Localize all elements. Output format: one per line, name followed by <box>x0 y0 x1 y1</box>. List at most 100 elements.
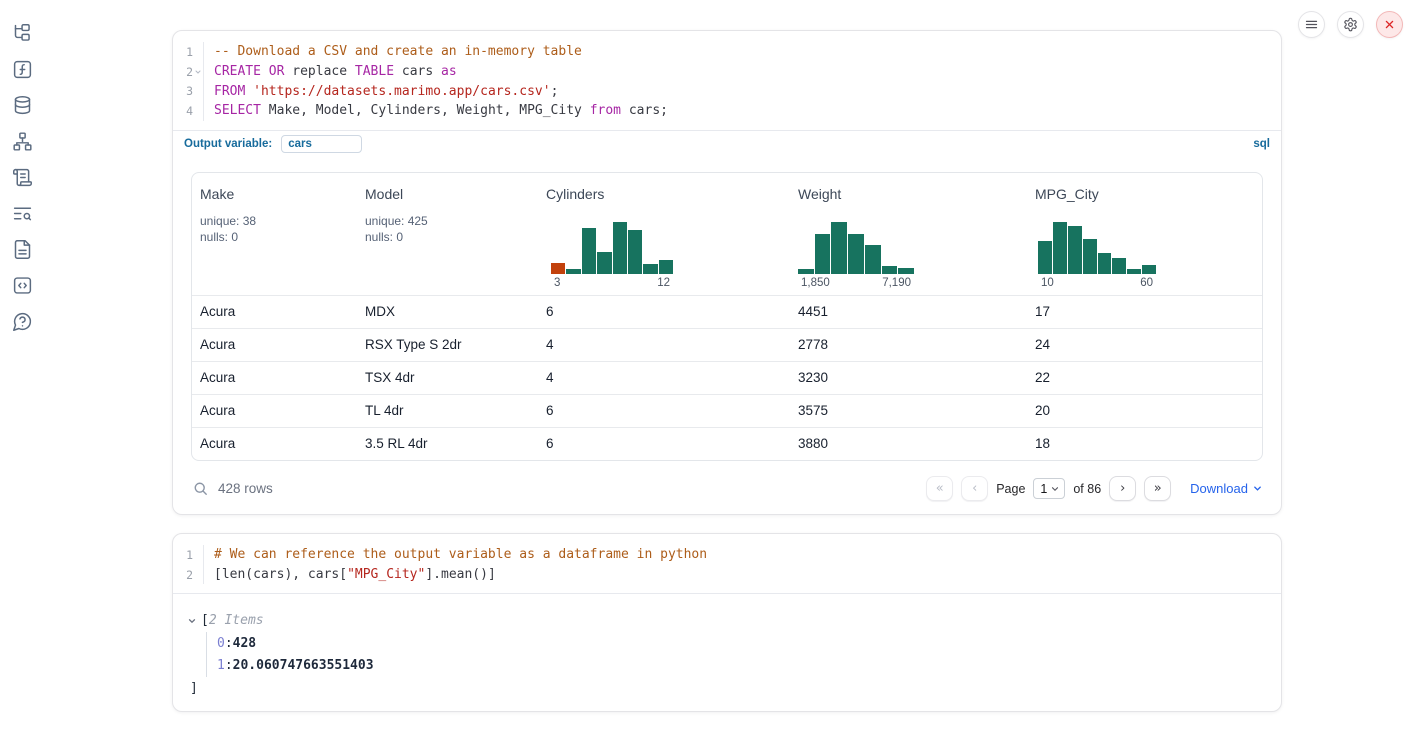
axis-tick-label: 1,850 <box>801 277 830 289</box>
table-cell: TL 4dr <box>357 403 538 418</box>
histogram-bar <box>831 222 847 274</box>
sql-cell: 1-- Download a CSV and create an in-memo… <box>172 30 1282 515</box>
histogram-bar <box>848 234 864 274</box>
histogram-bar <box>1083 239 1097 274</box>
fold-chevron-icon[interactable] <box>193 68 203 76</box>
code-token: cars <box>394 64 441 79</box>
table-cell: 6 <box>538 403 790 418</box>
entry-colon: : <box>225 636 233 651</box>
line-number: 4 <box>173 104 193 118</box>
last-page-button[interactable]: » <box>1144 476 1171 501</box>
column-header-cylinders[interactable]: Cylinders312 <box>538 173 790 295</box>
documentation-icon[interactable] <box>11 238 33 260</box>
menu-button[interactable] <box>1298 11 1325 38</box>
table-cell: Acura <box>192 304 357 319</box>
settings-button[interactable] <box>1337 11 1364 38</box>
histogram-bar <box>882 266 898 274</box>
logs-search-icon[interactable] <box>11 202 33 224</box>
tree-entry: 0: 428 <box>217 632 1281 655</box>
column-histogram[interactable]: 1,850 7,190 <box>798 222 914 289</box>
histogram-bar <box>628 230 642 274</box>
code-token: TABLE <box>355 64 394 79</box>
code-token: "MPG_City" <box>347 567 425 582</box>
table-cell: 3.5 RL 4dr <box>357 436 538 451</box>
line-number: 1 <box>173 45 193 59</box>
line-gutter: 3 <box>173 81 204 101</box>
first-page-button[interactable]: « <box>926 476 953 501</box>
code-token: as <box>441 64 457 79</box>
column-header-model[interactable]: Modelunique: 425nulls: 0 <box>357 173 538 295</box>
code-token: CREATE <box>214 64 261 79</box>
histogram-bar <box>613 222 627 274</box>
entry-key: 1 <box>217 658 225 673</box>
prev-page-button[interactable]: ‹ <box>961 476 988 501</box>
code-line[interactable]: 1# We can reference the output variable … <box>173 545 1281 565</box>
line-number: 3 <box>173 84 193 98</box>
histogram-axis-labels: 1,850 7,190 <box>798 277 914 289</box>
table-cell: 3230 <box>790 370 1027 385</box>
line-gutter: 2 <box>173 62 204 82</box>
hamburger-menu-icon <box>1304 17 1319 32</box>
histogram-bar <box>1142 265 1156 274</box>
search-icon[interactable] <box>191 480 209 498</box>
output-variable-input[interactable]: cars <box>281 135 362 153</box>
code-line[interactable]: 3 FROM 'https://datasets.marimo.app/cars.… <box>173 81 1281 101</box>
page-label: Page <box>996 482 1025 496</box>
column-header-mpg_city[interactable]: MPG_City1060 <box>1027 173 1262 295</box>
table-cell: Acura <box>192 337 357 352</box>
code-line[interactable]: 2 CREATE OR replace TABLE cars as <box>173 62 1281 82</box>
table-cell: 22 <box>1027 370 1262 385</box>
help-chat-icon[interactable] <box>11 310 33 332</box>
line-gutter: 1 <box>173 545 204 565</box>
code-line[interactable]: 4SELECT Make, Model, Cylinders, Weight, … <box>173 101 1281 121</box>
histogram-bar <box>566 269 580 274</box>
table-cell: 17 <box>1027 304 1262 319</box>
snippets-code-icon[interactable] <box>11 274 33 296</box>
table-body: AcuraMDX6445117AcuraRSX Type S 2dr427782… <box>192 295 1262 460</box>
histogram-bar <box>582 228 596 274</box>
table-cell: Acura <box>192 370 357 385</box>
dependency-graph-icon[interactable] <box>11 130 33 152</box>
code-token <box>245 84 253 99</box>
file-tree-icon[interactable] <box>11 22 33 44</box>
column-header-make[interactable]: Makeunique: 38nulls: 0 <box>192 173 357 295</box>
output-variable-row: Output variable: cars sql <box>173 130 1281 157</box>
tree-collapse-chevron-icon[interactable] <box>187 615 199 627</box>
chevron-down-icon <box>1050 484 1060 494</box>
table-footer: 428 rows « ‹ Page 1 of 86 › » Download <box>173 461 1281 507</box>
code-token: replace <box>284 64 354 79</box>
table-cell: 4 <box>538 370 790 385</box>
code-text: FROM 'https://datasets.marimo.app/cars.c… <box>204 84 558 99</box>
histogram-bar <box>1053 222 1067 274</box>
code-line[interactable]: 1-- Download a CSV and create an in-memo… <box>173 42 1281 62</box>
python-code-editor[interactable]: 1# We can reference the output variable … <box>173 534 1281 593</box>
column-histogram[interactable]: 312 <box>551 222 673 289</box>
code-token: OR <box>269 64 285 79</box>
code-line[interactable]: 2[len(cars), cars["MPG_City"].mean()] <box>173 565 1281 585</box>
datasources-database-icon[interactable] <box>11 94 33 116</box>
table-cell: MDX <box>357 304 538 319</box>
histogram-bar <box>1127 269 1141 274</box>
column-header-weight[interactable]: Weight1,8507,190 <box>790 173 1027 295</box>
table-cell: 3880 <box>790 436 1027 451</box>
next-page-button[interactable]: › <box>1109 476 1136 501</box>
tree-root-row: [ 2 Items <box>187 609 1281 632</box>
page-select[interactable]: 1 <box>1033 478 1065 499</box>
column-stats: unique: 425nulls: 0 <box>365 213 534 246</box>
table-row: AcuraRSX Type S 2dr4277824 <box>192 328 1262 361</box>
functions-icon[interactable] <box>11 58 33 80</box>
gear-icon <box>1343 17 1358 32</box>
histogram-bar <box>815 234 831 274</box>
page-select-value: 1 <box>1040 482 1047 496</box>
code-token: [len(cars), cars[ <box>214 567 347 582</box>
histogram-bars <box>551 222 673 274</box>
shutdown-button[interactable] <box>1376 11 1403 38</box>
scratchpad-scroll-icon[interactable] <box>11 166 33 188</box>
download-button[interactable]: Download <box>1190 481 1263 496</box>
sql-code-editor[interactable]: 1-- Download a CSV and create an in-memo… <box>173 31 1281 130</box>
code-token: from <box>590 103 621 118</box>
table-cell: 18 <box>1027 436 1262 451</box>
axis-tick-label: 7,190 <box>882 277 911 289</box>
column-stats: unique: 38nulls: 0 <box>200 213 353 246</box>
column-histogram[interactable]: 1060 <box>1038 222 1156 289</box>
